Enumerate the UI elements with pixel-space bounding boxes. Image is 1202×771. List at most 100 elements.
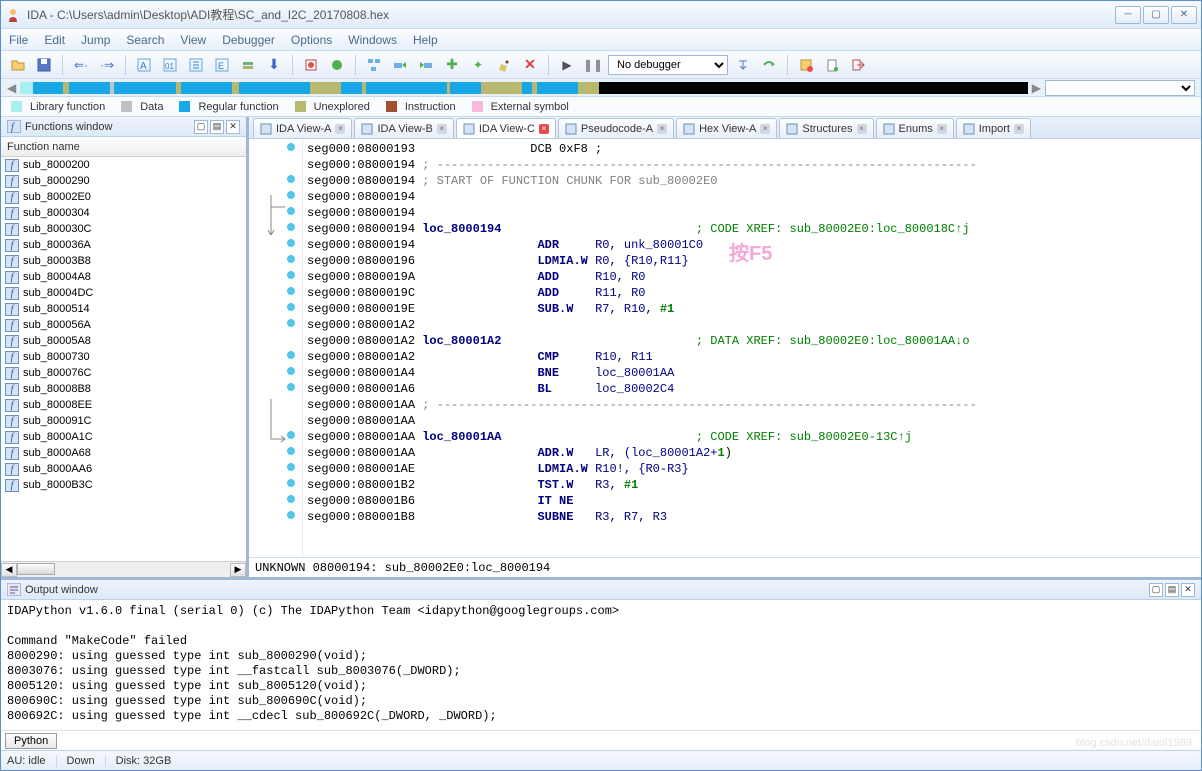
menu-search[interactable]: Search (126, 33, 164, 47)
tab-import[interactable]: Import× (956, 118, 1031, 138)
function-item[interactable]: fsub_800036A (1, 237, 246, 253)
output-close-button[interactable]: ✕ (1181, 583, 1195, 597)
nav-left-icon[interactable]: ◀ (7, 81, 16, 95)
main-window: IDA - C:\Users\admin\Desktop\ADI教程\SC_an… (0, 0, 1202, 771)
python-button[interactable]: Python (5, 733, 57, 749)
tab-structures[interactable]: Structures× (779, 118, 873, 138)
output-pin-button[interactable]: ▤ (1165, 583, 1179, 597)
status-disk: Disk: 32GB (116, 755, 172, 767)
tab-close-icon[interactable]: × (857, 124, 867, 134)
forward-button[interactable]: ·⇒ (96, 54, 118, 76)
function-item[interactable]: fsub_8000A68 (1, 445, 246, 461)
step-into-icon[interactable] (732, 54, 754, 76)
breakpoint-icon[interactable] (300, 54, 322, 76)
code-pane[interactable]: seg000:08000193 DCB 0xF8 ;seg000:0800019… (303, 139, 1201, 557)
function-item[interactable]: fsub_8000304 (1, 205, 246, 221)
function-item[interactable]: fsub_8000290 (1, 173, 246, 189)
titlebar: IDA - C:\Users\admin\Desktop\ADI教程\SC_an… (1, 1, 1201, 29)
minimize-button[interactable]: ─ (1115, 6, 1141, 24)
exit-icon[interactable] (847, 54, 869, 76)
function-item[interactable]: fsub_80005A8 (1, 333, 246, 349)
script-icon[interactable] (821, 54, 843, 76)
function-item[interactable]: fsub_8000A1C (1, 429, 246, 445)
function-item[interactable]: fsub_8000514 (1, 301, 246, 317)
back-button[interactable]: ⇐· (70, 54, 92, 76)
xref-to-icon[interactable] (389, 54, 411, 76)
panel-close-button[interactable]: ✕ (226, 120, 240, 134)
menu-windows[interactable]: Windows (348, 33, 397, 47)
add-icon[interactable]: ✚ (441, 54, 463, 76)
function-item[interactable]: fsub_800030C (1, 221, 246, 237)
pause-button[interactable]: ❚❚ (582, 54, 604, 76)
function-item[interactable]: fsub_80003B8 (1, 253, 246, 269)
menu-options[interactable]: Options (291, 33, 332, 47)
step-over-icon[interactable] (758, 54, 780, 76)
function-item[interactable]: fsub_800076C (1, 365, 246, 381)
tab-close-icon[interactable]: × (937, 124, 947, 134)
edit-icon[interactable] (493, 54, 515, 76)
maximize-button[interactable]: ▢ (1143, 6, 1169, 24)
disassembly-view[interactable]: seg000:08000193 DCB 0xF8 ;seg000:0800019… (249, 139, 1201, 557)
open-button[interactable] (7, 54, 29, 76)
function-item[interactable]: fsub_8000B3C (1, 477, 246, 493)
tool-binary-icon[interactable]: 01 (159, 54, 181, 76)
output-text[interactable]: IDAPython v1.6.0 final (serial 0) (c) Th… (1, 600, 1201, 730)
disassembly-area: IDA View-A×IDA View-B×IDA View-C×Pseudoc… (249, 117, 1201, 577)
tab-enums[interactable]: Enums× (876, 118, 954, 138)
tab-close-icon[interactable]: × (335, 124, 345, 134)
navigation-bar[interactable] (20, 82, 1028, 94)
menu-jump[interactable]: Jump (81, 33, 110, 47)
function-item[interactable]: fsub_8000730 (1, 349, 246, 365)
tool-segment-icon[interactable] (237, 54, 259, 76)
output-undock-button[interactable]: ▢ (1149, 583, 1163, 597)
function-item[interactable]: fsub_800056A (1, 317, 246, 333)
function-item[interactable]: fsub_800091C (1, 413, 246, 429)
h-scrollbar[interactable]: ◀▶ (1, 561, 246, 577)
status-down: Down (67, 755, 106, 767)
menu-help[interactable]: Help (413, 33, 438, 47)
debugger-select[interactable]: No debugger (608, 55, 728, 75)
gutter (249, 139, 303, 557)
undock-button[interactable]: ▢ (194, 120, 208, 134)
pin-button[interactable]: ▤ (210, 120, 224, 134)
function-item[interactable]: fsub_80008B8 (1, 381, 246, 397)
function-item[interactable]: fsub_80002E0 (1, 189, 246, 205)
tool-enum-icon[interactable]: E (211, 54, 233, 76)
menu-file[interactable]: File (9, 33, 28, 47)
tab-close-icon[interactable]: × (539, 124, 549, 134)
nav-combo[interactable] (1045, 80, 1195, 96)
function-item[interactable]: fsub_80004A8 (1, 269, 246, 285)
tool-struct-icon[interactable] (185, 54, 207, 76)
tab-close-icon[interactable]: × (657, 124, 667, 134)
tab-ida-view-c[interactable]: IDA View-C× (456, 118, 556, 138)
function-item[interactable]: fsub_8000AA6 (1, 461, 246, 477)
tab-close-icon[interactable]: × (1014, 124, 1024, 134)
xref-from-icon[interactable] (415, 54, 437, 76)
function-list[interactable]: fsub_8000200fsub_8000290fsub_80002E0fsub… (1, 157, 246, 561)
function-item[interactable]: fsub_8000200 (1, 157, 246, 173)
save-button[interactable] (33, 54, 55, 76)
tab-close-icon[interactable]: × (437, 124, 447, 134)
menu-view[interactable]: View (180, 33, 206, 47)
tab-pseudocode-a[interactable]: Pseudocode-A× (558, 118, 674, 138)
tab-close-icon[interactable]: × (760, 124, 770, 134)
function-item[interactable]: fsub_80004DC (1, 285, 246, 301)
run-icon[interactable] (326, 54, 348, 76)
play-button[interactable]: ▶ (556, 54, 578, 76)
star-icon[interactable]: ✦ (467, 54, 489, 76)
menu-debugger[interactable]: Debugger (222, 33, 275, 47)
tab-hex-view-a[interactable]: Hex View-A× (676, 118, 777, 138)
tab-ida-view-b[interactable]: IDA View-B× (354, 118, 453, 138)
nav-right-icon[interactable]: ▶ (1032, 81, 1041, 95)
delete-icon[interactable]: ✕ (519, 54, 541, 76)
view-tabs: IDA View-A×IDA View-B×IDA View-C×Pseudoc… (249, 117, 1201, 139)
tab-ida-view-a[interactable]: IDA View-A× (253, 118, 352, 138)
function-item[interactable]: fsub_80008EE (1, 397, 246, 413)
tool-a-icon[interactable]: A (133, 54, 155, 76)
menu-edit[interactable]: Edit (44, 33, 65, 47)
graph-icon[interactable] (363, 54, 385, 76)
options-icon[interactable] (795, 54, 817, 76)
column-header[interactable]: Function name (1, 137, 246, 157)
close-button[interactable]: ✕ (1171, 6, 1197, 24)
down-arrow-icon[interactable]: ⬇ (263, 54, 285, 76)
